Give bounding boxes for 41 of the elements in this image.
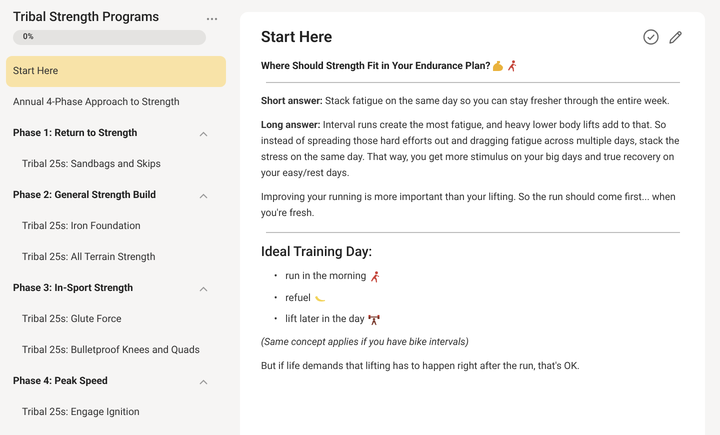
phase-title: Phase 2: General Strength Build xyxy=(13,190,156,201)
sidebar-item[interactable]: Tribal 25s: Sandbags and Skips xyxy=(6,149,226,180)
lesson-question: Where Should Strength Fit in Your Endurance Plan? xyxy=(261,60,490,72)
phase-header[interactable]: Phase 4: Peak Speed xyxy=(6,366,226,397)
sidebar-item[interactable]: Tribal 25s: Iron Foundation xyxy=(6,211,226,242)
bullet-marker: • xyxy=(274,292,278,304)
phase-title: Phase 1: Return to Strength xyxy=(13,128,138,139)
paragraph: Long answer: Interval runs create the most fatigue, and heavy lower body lifts add to that. So instead of spreading those hard efforts out and dragging fatigue across multiple days, stack the stress on the same day. That way, you get more stimulus on your big days and true recovery on your easy/rest days. xyxy=(261,119,680,181)
sidebar-item[interactable]: Tribal 25s: Glute Force xyxy=(6,304,226,335)
paragraph: Short answer: Stack fatigue on the same day so you can stay fresher through the entire week. xyxy=(261,95,671,109)
sidebar-item[interactable]: Tribal 25s: Bulletproof Knees and Quads xyxy=(6,335,226,366)
bullet-marker: • xyxy=(274,313,278,326)
sidebar-item[interactable]: Tribal 25s: Engage Ignition xyxy=(6,397,226,428)
sidebar-item[interactable]: Annual 4-Phase Approach to Strength xyxy=(6,87,226,118)
paragraph: Improving your running is more important than your lifting. So the run should come first... when you're fresh. xyxy=(261,191,677,221)
chevron-icon[interactable] xyxy=(199,130,208,136)
section-heading: Ideal Training Day: xyxy=(261,244,374,260)
sidebar-item[interactable]: Start Here xyxy=(6,56,226,87)
runner-icon xyxy=(506,60,518,72)
phase-header[interactable]: Phase 1: Return to Strength xyxy=(6,118,226,149)
chevron-icon[interactable] xyxy=(199,378,208,384)
chevron-icon[interactable] xyxy=(199,192,208,198)
chevron-icon[interactable] xyxy=(199,286,208,292)
course-title: Tribal Strength Programs xyxy=(13,10,160,25)
lesson-title: Start Here xyxy=(261,28,332,46)
note: (Same concept applies if you have bike intervals) xyxy=(261,336,470,350)
progress-label: 0% xyxy=(23,32,34,41)
list-item: lift later in the day xyxy=(285,313,365,326)
bullet-marker: • xyxy=(274,270,278,283)
phase-title: Phase 3: In-Sport Strength xyxy=(13,283,133,294)
check-circle-icon[interactable] xyxy=(643,29,659,45)
phase-header[interactable]: Phase 3: In-Sport Strength xyxy=(6,273,226,304)
phase-title: Phase 4: Peak Speed xyxy=(13,376,108,387)
list-item: refuel xyxy=(285,292,311,304)
edit-icon[interactable] xyxy=(668,30,683,44)
phase-header[interactable]: Phase 2: General Strength Build xyxy=(6,180,226,211)
weightlifter-icon xyxy=(368,314,380,326)
list-item: run in the morning xyxy=(285,270,366,283)
runner-icon xyxy=(369,270,382,282)
sidebar-item[interactable]: Tribal 25s: All Terrain Strength xyxy=(6,242,226,273)
paragraph: But if life demands that lifting has to happen right after the run, that's OK. xyxy=(261,360,581,374)
